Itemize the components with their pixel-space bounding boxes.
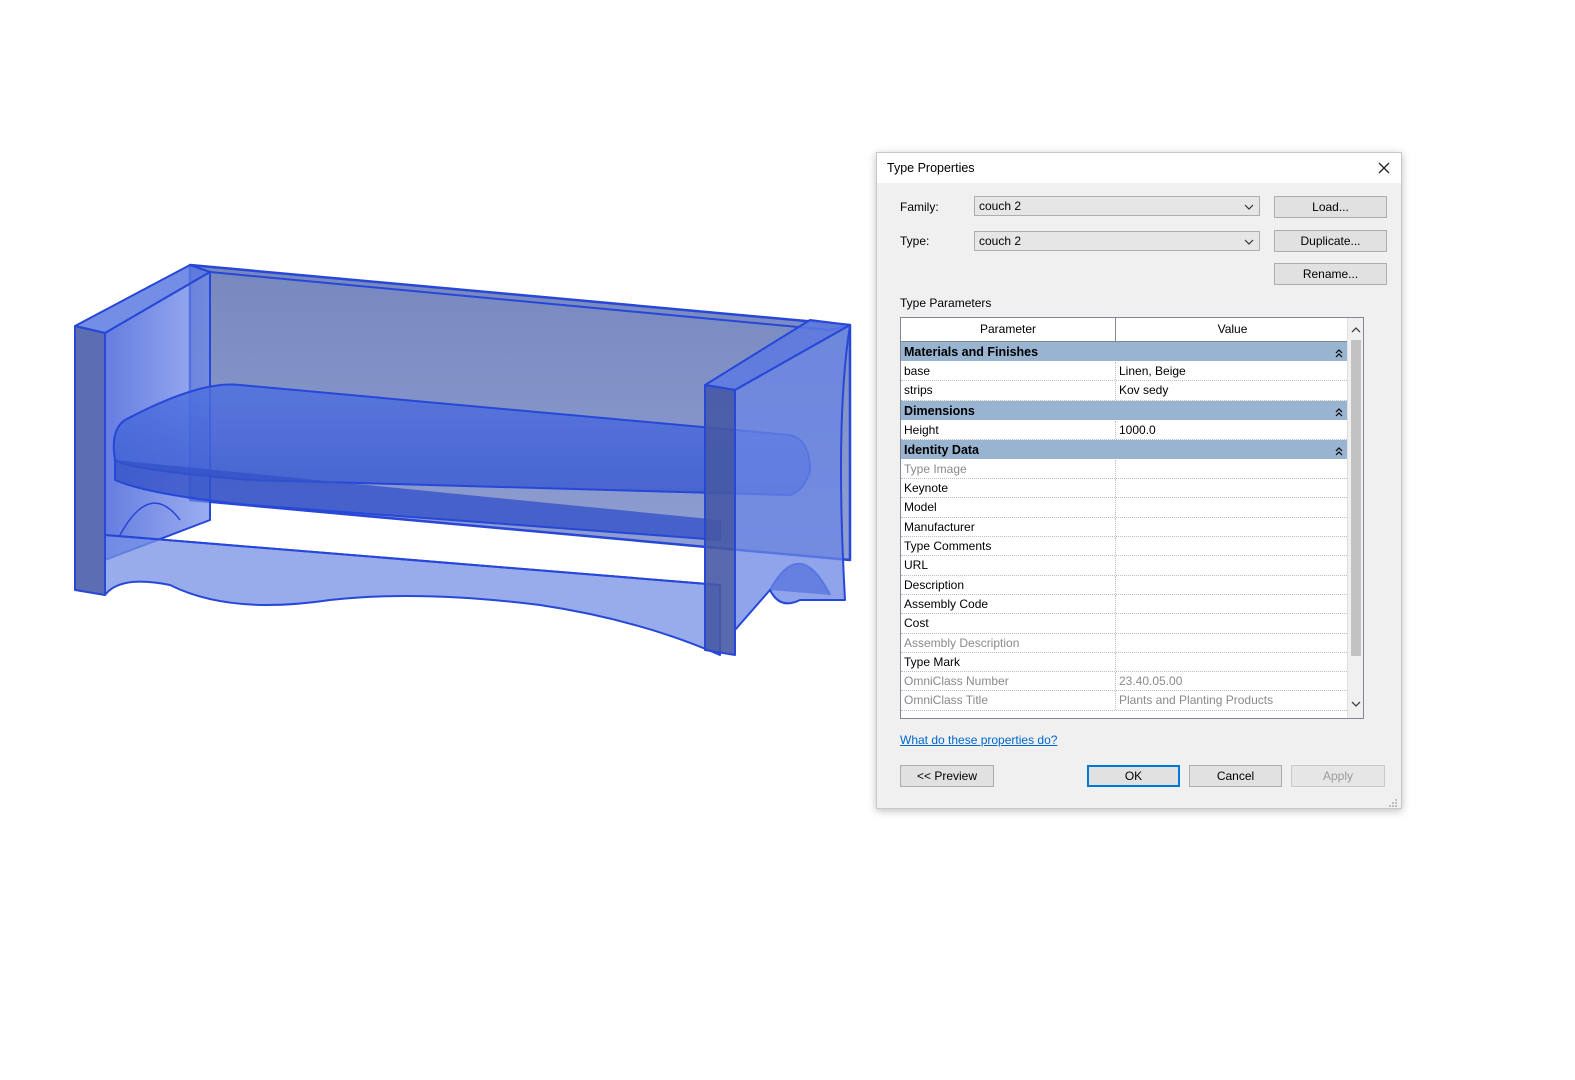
parameter-name: base <box>901 362 1116 381</box>
group-header[interactable]: Identity Data <box>901 439 1349 460</box>
collapse-icon[interactable] <box>1334 346 1344 358</box>
parameter-name: Manufacturer <box>901 517 1116 537</box>
family-select[interactable]: couch 2 <box>974 196 1260 216</box>
parameter-name: OmniClass Title <box>901 691 1116 710</box>
ok-button[interactable]: OK <box>1087 765 1180 787</box>
dialog-title: Type Properties <box>887 161 975 175</box>
parameter-row[interactable]: Keynote <box>901 479 1359 499</box>
parameter-row[interactable]: Height 1000.0 <box>901 420 1359 440</box>
parameter-value[interactable] <box>1116 498 1350 516</box>
type-value: couch 2 <box>979 234 1022 248</box>
column-header-value[interactable]: Value <box>1116 318 1350 341</box>
parameter-value[interactable] <box>1116 518 1350 536</box>
family-label: Family: <box>900 200 939 214</box>
type-parameters-grid: Parameter Value = Materials and Finishes… <box>900 317 1364 719</box>
parameter-row[interactable]: Manufacturer <box>901 517 1359 538</box>
parameter-name: URL <box>901 556 1116 575</box>
parameter-row[interactable]: Type Comments <box>901 537 1359 557</box>
parameter-row[interactable]: OmniClass Title Plants and Planting Produ… <box>901 691 1349 711</box>
parameter-name: Assembly Code <box>901 594 1116 614</box>
parameter-value[interactable] <box>1116 479 1350 497</box>
parameter-value[interactable] <box>1116 576 1350 594</box>
group-header[interactable]: Dimensions <box>901 400 1349 421</box>
help-link[interactable]: What do these properties do? <box>900 733 1057 747</box>
collapse-icon[interactable] <box>1334 444 1344 456</box>
group-title: Materials and Finishes <box>904 345 1039 359</box>
parameter-row[interactable]: OmniClass Number 23.40.05.00 <box>901 672 1349 692</box>
parameter-value <box>1116 634 1350 652</box>
parameter-name: OmniClass Number <box>901 672 1116 691</box>
preview-button[interactable]: << Preview <box>900 765 994 787</box>
parameter-row[interactable]: Cost <box>901 614 1359 634</box>
parameter-row[interactable]: Assembly Code <box>901 594 1359 615</box>
group-title: Identity Data <box>904 442 980 457</box>
parameter-row[interactable]: strips Kov sedy <box>901 381 1359 401</box>
parameter-row[interactable]: Type Mark <box>901 652 1350 673</box>
parameter-name: Assembly Description <box>901 633 1116 652</box>
parameter-value <box>1116 460 1350 478</box>
parameter-row[interactable]: Model <box>901 498 1359 518</box>
parameter-name: Cost <box>901 614 1116 633</box>
chevron-down-icon <box>1243 200 1255 212</box>
parameter-name: Keynote <box>901 479 1116 498</box>
scroll-up-icon[interactable] <box>1350 322 1362 340</box>
parameter-value[interactable] <box>1116 653 1350 671</box>
type-properties-dialog: Type Properties Family: couch 2 Load... … <box>876 152 1402 809</box>
parameter-value: Plants and Planting Products <box>1119 693 1274 708</box>
parameter-row[interactable]: URL <box>901 556 1359 576</box>
resize-grip-icon[interactable] <box>1388 795 1398 807</box>
parameter-row[interactable]: Assembly Description <box>901 633 1350 653</box>
cancel-button[interactable]: Cancel <box>1189 765 1282 787</box>
column-header-parameter[interactable]: Parameter <box>901 318 1116 341</box>
grid-scrollbar[interactable] <box>1347 318 1363 718</box>
parameter-value[interactable]: 1000.0 <box>1116 421 1350 439</box>
parameter-name: Type Mark <box>901 652 1116 672</box>
parameter-value[interactable]: Kov sedy <box>1116 381 1350 399</box>
load-button[interactable]: Load... <box>1274 196 1387 218</box>
close-icon[interactable] <box>1373 157 1395 179</box>
group-header[interactable]: Materials and Finishes <box>901 342 1349 362</box>
apply-button[interactable]: Apply <box>1291 765 1385 787</box>
parameter-value[interactable] <box>1116 537 1350 555</box>
parameter-value[interactable]: Linen, Beige <box>1116 362 1350 380</box>
parameter-name: strips <box>901 381 1116 400</box>
parameter-name: Type Comments <box>901 537 1116 556</box>
scrollbar-thumb[interactable] <box>1351 340 1361 656</box>
parameter-name: Model <box>901 498 1116 517</box>
dialog-titlebar[interactable]: Type Properties <box>877 153 1401 183</box>
family-value: couch 2 <box>979 199 1022 213</box>
parameter-name: Description <box>901 575 1116 594</box>
parameter-value[interactable] <box>1116 595 1350 613</box>
couch-3d-model[interactable] <box>0 0 870 700</box>
parameter-name: Type Image <box>901 459 1116 479</box>
parameter-row[interactable]: base Linen, Beige <box>901 362 1359 382</box>
couch-body <box>74 263 852 656</box>
parameter-value: 23.40.05.00 <box>1119 674 1183 689</box>
parameter-value[interactable] <box>1116 614 1350 632</box>
parameter-name: Height <box>901 420 1116 439</box>
parameter-row[interactable]: Type Image <box>901 459 1350 480</box>
parameter-rows: Materials and Finishes base Linen, Beige st… <box>901 342 1359 711</box>
grid-header: Parameter Value = <box>901 318 1361 342</box>
parameter-value[interactable] <box>1116 556 1350 574</box>
type-select[interactable]: couch 2 <box>974 231 1260 251</box>
parameter-row[interactable]: Description <box>901 575 1359 595</box>
scroll-down-icon[interactable] <box>1350 696 1362 714</box>
rename-button[interactable]: Rename... <box>1274 263 1387 285</box>
type-label: Type: <box>900 234 930 248</box>
chevron-down-icon <box>1243 235 1255 247</box>
duplicate-button[interactable]: Duplicate... <box>1274 230 1387 252</box>
type-parameters-label: Type Parameters <box>900 296 992 310</box>
group-title: Dimensions <box>904 403 975 418</box>
collapse-icon[interactable] <box>1334 405 1344 417</box>
